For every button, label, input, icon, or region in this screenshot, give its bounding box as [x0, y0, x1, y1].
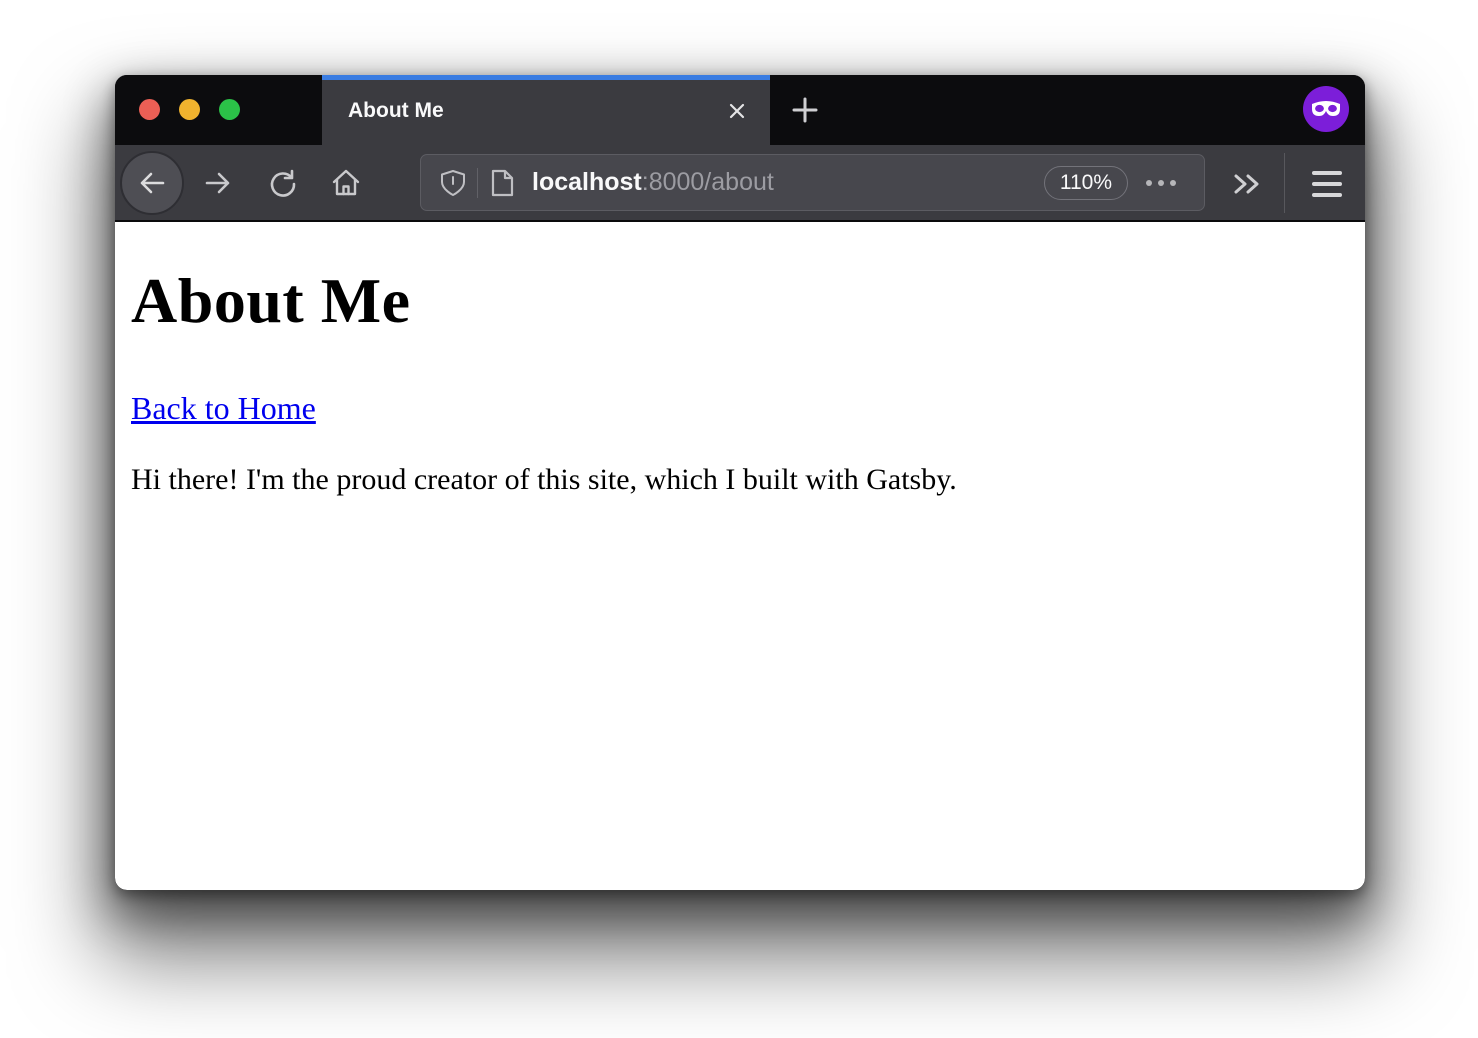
urlbar-divider	[477, 168, 478, 198]
tab-strip: About Me	[115, 75, 1365, 145]
reload-button[interactable]	[261, 161, 305, 205]
private-browsing-mask-icon	[1303, 86, 1349, 132]
tab-close-icon[interactable]	[724, 98, 750, 124]
tab-about-me[interactable]: About Me	[322, 75, 770, 145]
intro-paragraph: Hi there! I'm the proud creator of this …	[131, 463, 1345, 497]
toolbar-overflow-button[interactable]	[1225, 162, 1269, 206]
zoom-level-label: 110%	[1060, 171, 1112, 195]
close-window-button[interactable]	[139, 99, 160, 120]
link-row: Back to Home	[131, 390, 1345, 427]
url-host: localhost	[532, 168, 642, 196]
dot-icon	[1158, 180, 1164, 186]
back-to-home-link[interactable]: Back to Home	[131, 390, 316, 426]
tab-title: About Me	[348, 99, 724, 123]
page-actions-button[interactable]	[1146, 180, 1176, 186]
toolbar-divider	[1284, 153, 1285, 213]
hamburger-menu-icon	[1312, 182, 1342, 186]
page-title: About Me	[131, 264, 1345, 338]
minimize-window-button[interactable]	[179, 99, 200, 120]
url-text[interactable]: localhost:8000/about	[532, 168, 1044, 197]
navigation-toolbar: localhost:8000/about 110%	[115, 145, 1365, 222]
url-path: :8000/about	[642, 168, 774, 196]
forward-arrow-icon	[202, 167, 234, 199]
window-controls	[139, 99, 240, 120]
url-bar[interactable]: localhost:8000/about 110%	[420, 154, 1205, 211]
page-proxy-icon[interactable]	[484, 165, 520, 201]
page-content: About Me Back to Home Hi there! I'm the …	[115, 222, 1365, 890]
forward-button[interactable]	[196, 161, 240, 205]
new-tab-button[interactable]	[791, 96, 819, 124]
home-button[interactable]	[324, 161, 368, 205]
dot-icon	[1170, 180, 1176, 186]
back-arrow-icon	[136, 167, 168, 199]
dot-icon	[1146, 180, 1152, 186]
double-chevron-icon	[1232, 170, 1262, 198]
zoom-window-button[interactable]	[219, 99, 240, 120]
tracking-protection-shield-icon[interactable]	[435, 165, 471, 201]
hamburger-menu-icon	[1312, 171, 1342, 175]
home-icon	[330, 167, 362, 199]
hamburger-menu-icon	[1312, 193, 1342, 197]
browser-window: About Me	[115, 75, 1365, 890]
app-menu-button[interactable]	[1305, 162, 1349, 206]
zoom-level-button[interactable]: 110%	[1044, 166, 1128, 200]
back-button[interactable]	[120, 151, 184, 215]
reload-icon	[268, 168, 298, 198]
